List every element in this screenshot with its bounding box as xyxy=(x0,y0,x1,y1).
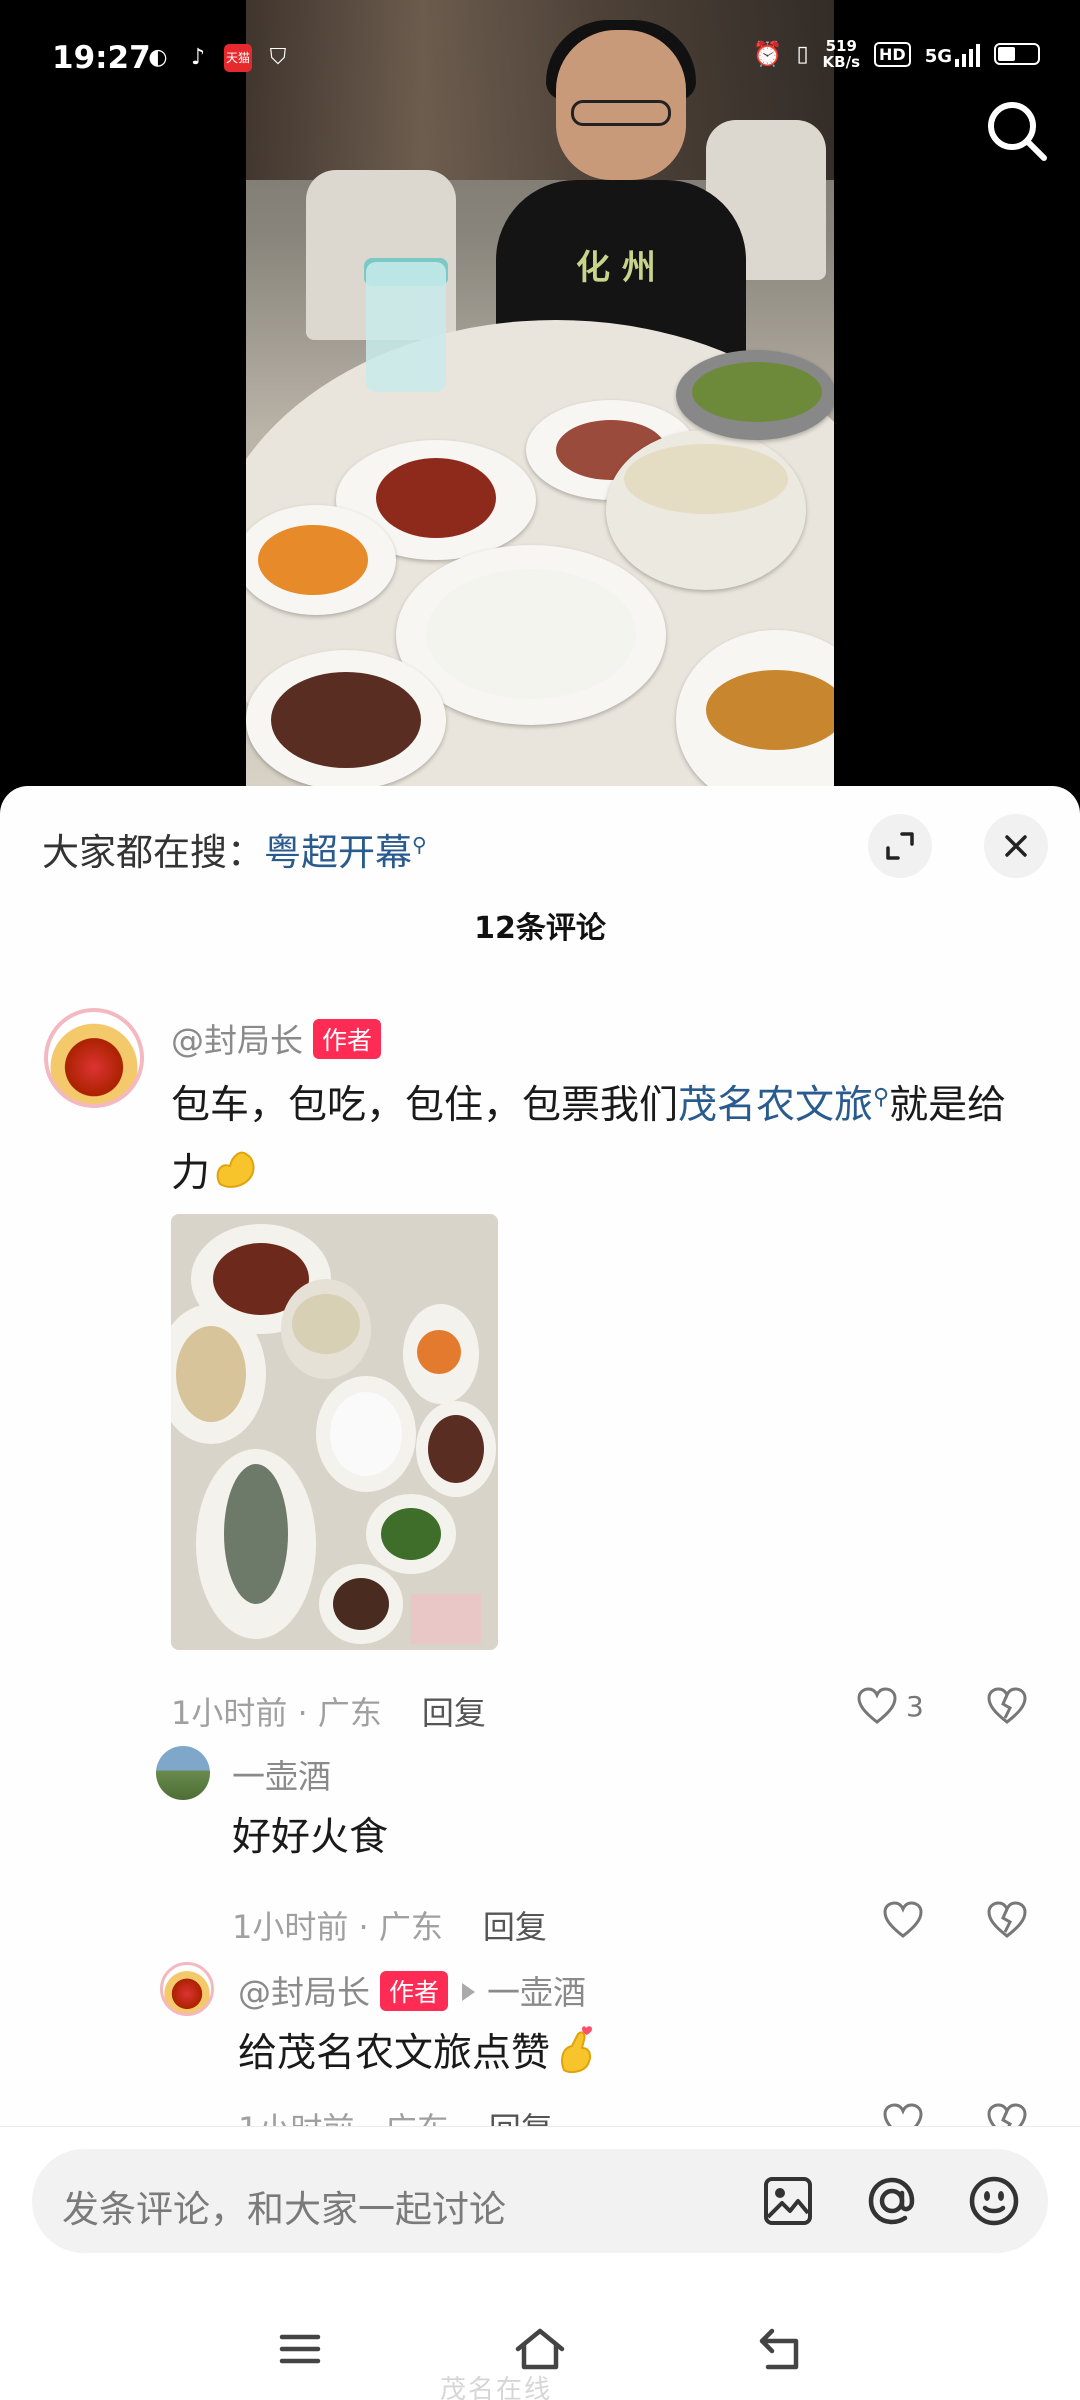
at-icon[interactable] xyxy=(862,2171,922,2231)
like-button[interactable]: 3 xyxy=(856,1686,924,1726)
heart-icon xyxy=(857,1687,897,1724)
tiktok-icon: ♪ xyxy=(190,45,206,70)
comment-time-location: 1小时前 · 广东 xyxy=(171,1694,382,1732)
network-speed: 519 KB/s xyxy=(822,37,861,71)
broken-heart-icon xyxy=(987,1687,1027,1724)
avatar[interactable] xyxy=(156,1746,210,1800)
battery-icon xyxy=(994,43,1040,65)
hot-search-keyword[interactable]: 粤超开幕 xyxy=(264,831,412,874)
comment-input-bar: 发条评论，和大家一起讨论 茂名在线 xyxy=(0,2126,1080,2400)
hot-search-prefix: 大家都在搜： xyxy=(42,831,264,874)
expand-icon xyxy=(886,832,914,860)
like-button[interactable] xyxy=(882,1900,924,1940)
dish xyxy=(246,650,446,790)
reply-button[interactable]: 回复 xyxy=(422,1694,486,1732)
like-count: 3 xyxy=(906,1689,924,1723)
avatar[interactable] xyxy=(160,1962,214,2016)
reply-meta: 1小时前 · 广东 回复 xyxy=(232,1902,547,1948)
comment-link[interactable]: 茂名农文旅 xyxy=(678,1083,873,1128)
heart-icon xyxy=(883,1901,923,1938)
signal-icon xyxy=(955,41,980,67)
image-icon[interactable] xyxy=(758,2171,818,2231)
back-icon[interactable] xyxy=(750,2319,810,2379)
watermark: 茂名在线 xyxy=(440,2375,553,2400)
tmall-icon: 天猫 xyxy=(224,44,252,72)
reply-time-location: 1小时前 · 广东 xyxy=(232,1908,443,1946)
comment-meta: 1小时前 · 广东 回复 xyxy=(171,1688,486,1734)
status-indicators: ⏰ ▯ 519 KB/s HD 5G xyxy=(753,38,1040,70)
app-notification-icon: ◐ xyxy=(148,45,168,70)
network-type: 5G xyxy=(924,46,952,67)
comment-count: 12条评论 xyxy=(474,911,606,946)
comment-image[interactable] xyxy=(171,1214,498,1650)
finger-heart-emoji xyxy=(561,2026,593,2073)
vibrate-icon: ▯ xyxy=(796,41,809,67)
reply-arrow-icon xyxy=(462,1983,476,2001)
author-badge: 作者 xyxy=(313,1019,382,1059)
hd-badge: HD xyxy=(874,41,911,67)
search-icon: ⚲ xyxy=(412,832,427,857)
reply-username[interactable]: @封局长 作者 一壶酒 xyxy=(238,1966,586,2014)
system-nav-bar: 茂名在线 xyxy=(0,2307,1080,2400)
notification-icons: ◐ ♪ 天猫 ⛉ xyxy=(144,44,292,72)
broken-heart-icon xyxy=(987,1901,1027,1938)
search-icon: ⚲ xyxy=(873,1085,890,1110)
author-badge: 作者 xyxy=(380,1971,449,2011)
close-button[interactable] xyxy=(984,814,1048,878)
pitcher xyxy=(366,262,446,392)
reply-text: 给茂名农文旅点赞 xyxy=(238,2020,602,2088)
dislike-button[interactable] xyxy=(986,1900,1028,1944)
comment-username[interactable]: @封局长 作者 xyxy=(171,1014,382,1062)
reply-username[interactable]: 一壶酒 xyxy=(232,1750,331,1798)
shield-icon: ⛉ xyxy=(269,45,287,70)
menu-icon[interactable] xyxy=(270,2319,330,2379)
hot-search-bar[interactable]: 大家都在搜：粤超开幕⚲ xyxy=(42,822,427,876)
reply-to-username[interactable]: 一壶酒 xyxy=(487,1973,586,2012)
avatar[interactable] xyxy=(44,1008,144,1108)
search-icon[interactable] xyxy=(982,96,1052,166)
dish xyxy=(606,430,806,590)
flexed-arm-emoji xyxy=(216,1151,255,1188)
reply-button[interactable]: 回复 xyxy=(483,1908,547,1946)
comment-input[interactable]: 发条评论，和大家一起讨论 xyxy=(32,2149,1048,2253)
dish xyxy=(676,350,834,440)
reply-text: 好好火食 xyxy=(232,1815,389,1860)
comment-text: 包车，包吃，包住，包票我们茂名农文旅⚲就是给力 xyxy=(171,1083,1007,1196)
status-bar: 19:27 ◐ ♪ 天猫 ⛉ ⏰ ▯ 519 KB/s HD 5G xyxy=(0,0,1080,120)
dislike-button[interactable] xyxy=(986,1686,1028,1730)
status-time: 19:27 xyxy=(52,40,151,76)
close-icon xyxy=(1005,835,1027,857)
alarm-icon: ⏰ xyxy=(752,40,783,68)
comment-input-placeholder: 发条评论，和大家一起讨论 xyxy=(62,2188,506,2231)
expand-button[interactable] xyxy=(868,814,932,878)
emoji-icon[interactable] xyxy=(964,2171,1024,2231)
